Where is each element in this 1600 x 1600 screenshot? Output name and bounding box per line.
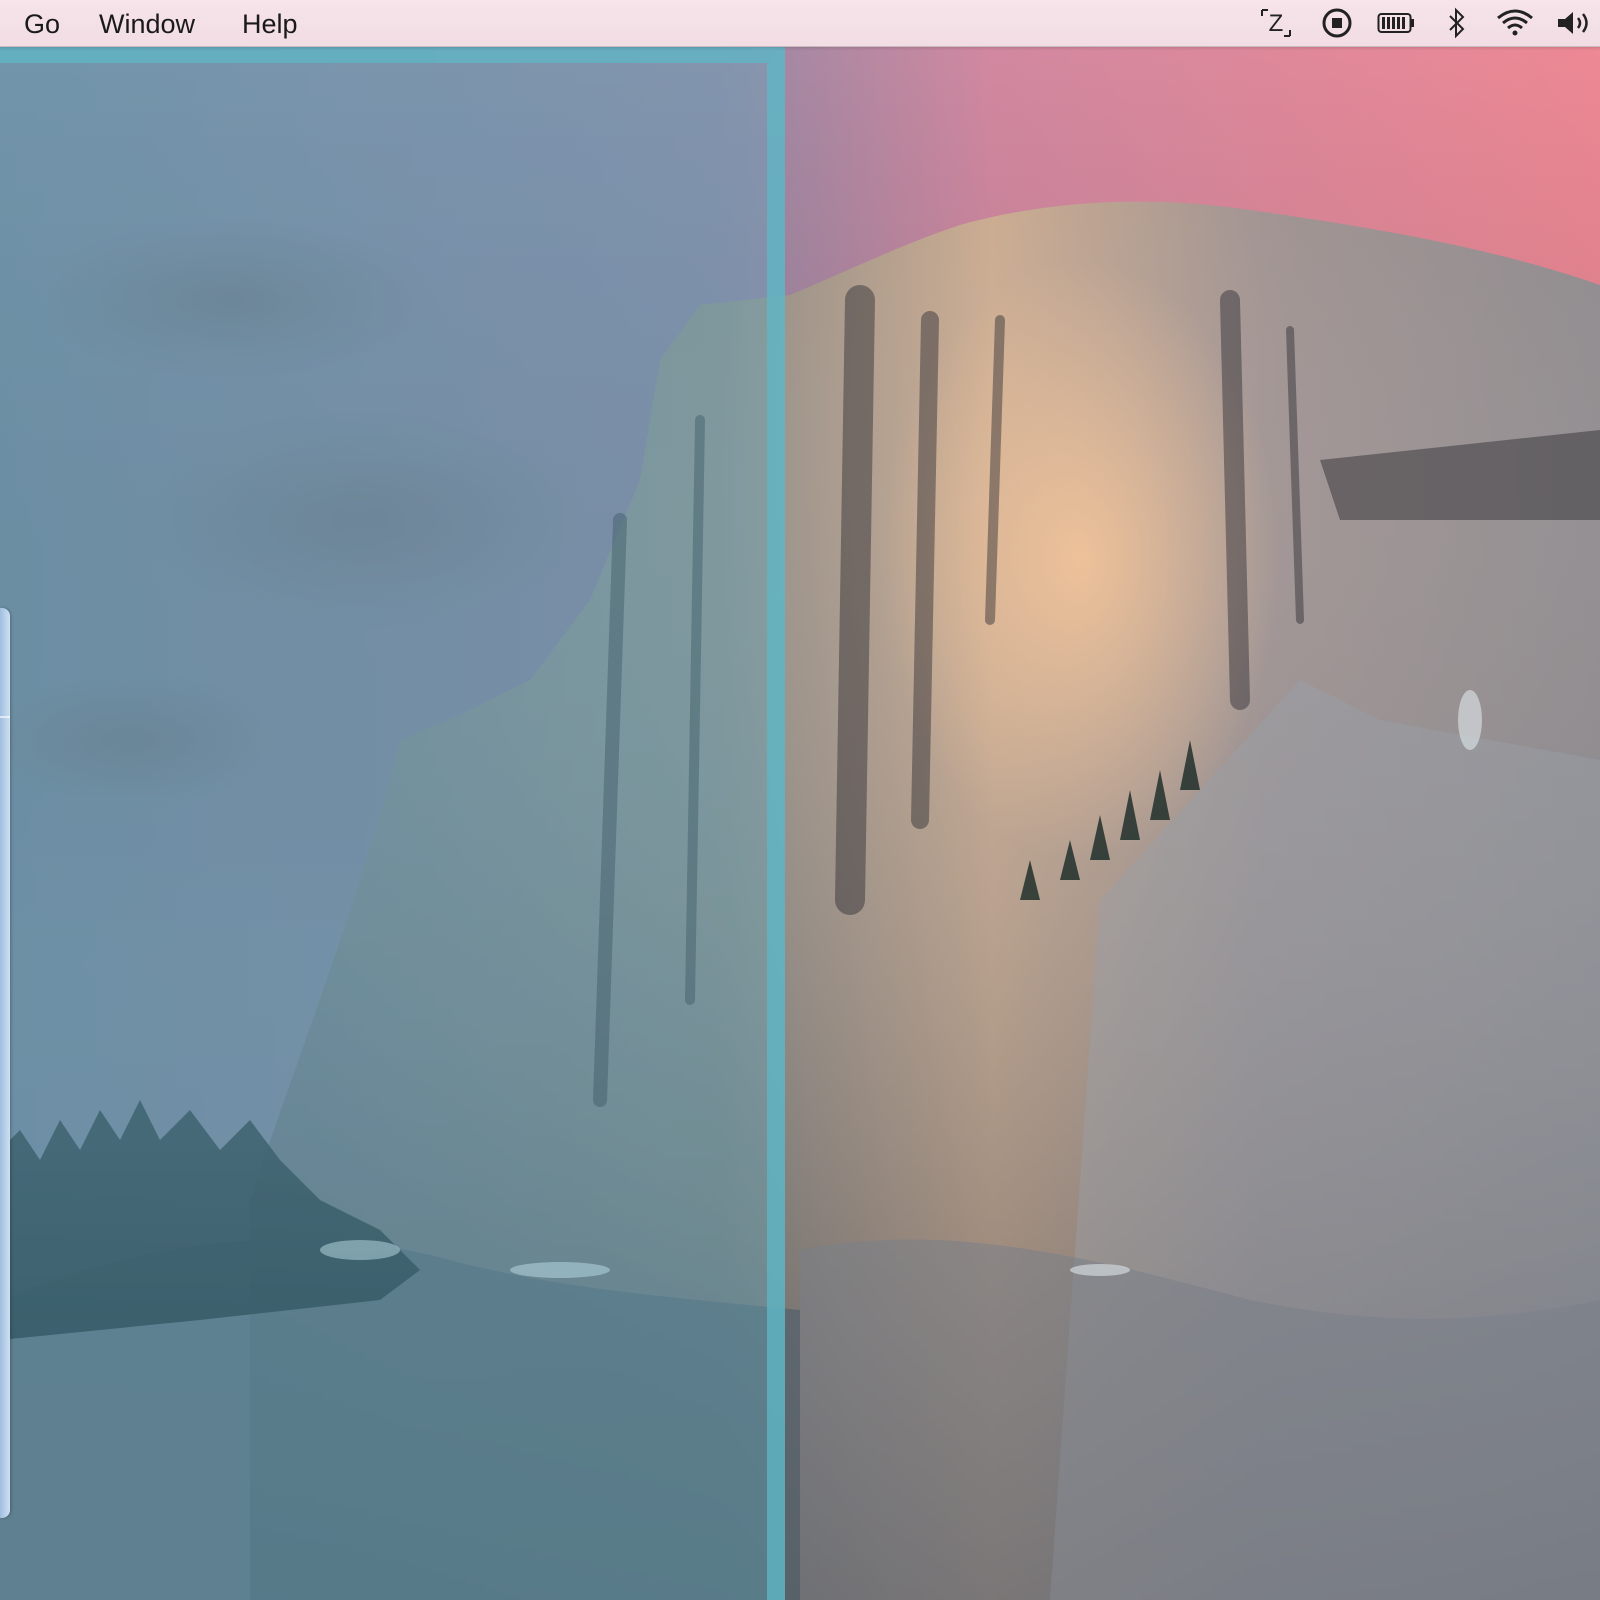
menu-help[interactable]: Help [242,0,298,46]
menu-go[interactable]: Go [24,0,60,46]
snap-preview-fill [0,63,767,1600]
window-toolbar-divider [0,716,10,718]
desktop-screen: Go Window Help Z [0,0,1600,1600]
menu-window[interactable]: Window [99,0,195,46]
battery-icon[interactable] [1376,7,1416,39]
wifi-icon[interactable] [1494,7,1536,39]
bluetooth-icon[interactable] [1444,7,1470,39]
window-snap-preview [0,47,785,1600]
svg-text:Z: Z [1269,10,1284,37]
menu-bar: Go Window Help Z [0,0,1600,47]
volume-icon[interactable] [1554,7,1594,39]
screen-record-icon[interactable] [1320,7,1354,39]
zoom-z-icon[interactable]: Z [1258,7,1294,39]
window-edge-sliver[interactable] [0,608,10,1518]
